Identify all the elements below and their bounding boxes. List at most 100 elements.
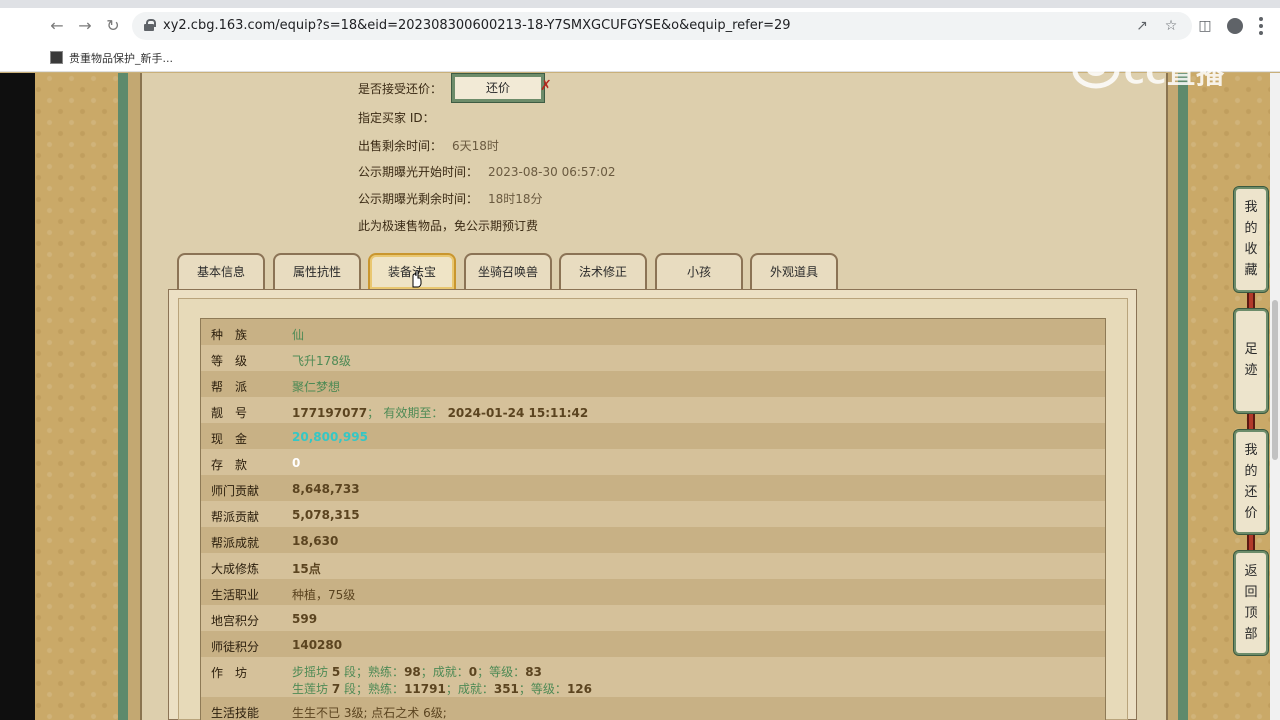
workshop-name: 步摇坊 [292, 665, 329, 679]
life-job-label: 生活职业 [211, 588, 260, 602]
tab-attributes[interactable]: 属性抗性 [273, 253, 361, 289]
table-row: 靓 号 177197077； 有效期至： 2024-01-24 15:11:42 [201, 397, 1105, 423]
life-skill-label: 生活技能 [211, 706, 260, 720]
remaining-time: 出售剩余时间： 6天18时 [358, 137, 499, 154]
tab-child[interactable]: 小孩 [655, 253, 743, 289]
side-panel-icon[interactable]: ◫ [1197, 18, 1213, 34]
guild-achieve-value: 18,630 [292, 534, 339, 548]
workshop-achieve: 351 [493, 682, 519, 696]
guild-contrib-value: 5,078,315 [292, 508, 360, 522]
table-row: 生活技能 生生不已 3级; 点石之术 6级; [201, 697, 1105, 720]
menu-dots-icon[interactable] [1259, 17, 1263, 35]
accept-counter-label: 是否接受还价： [358, 82, 443, 96]
info-table: 种 族 仙 等 级 飞升178级 帮 派 聚仁梦想 靓 号 177197077；… [200, 318, 1106, 720]
exposure-start-label: 公示期曝光开始时间： [358, 165, 479, 179]
back-to-top-label: 返回顶部 [1244, 564, 1258, 642]
scroll-link-ornament [1247, 414, 1255, 429]
my-favorites-button[interactable]: 我的收藏 [1233, 186, 1269, 293]
workshop-achieve-label: 成就： [457, 682, 494, 696]
deposit-value: 0 [292, 456, 301, 470]
bookmark-favicon-icon [50, 51, 63, 64]
watermark: CC直播 [1072, 50, 1242, 90]
table-row: 帮 派 聚仁梦想 [201, 371, 1105, 397]
workshop-separator: ； [477, 665, 490, 679]
table-row: 师门贡献 8,648,733 [201, 475, 1105, 501]
profile-avatar[interactable] [1227, 18, 1243, 34]
life-job-value: 种植，75级 [292, 588, 356, 602]
footprint-label: 足迹 [1244, 342, 1258, 378]
palace-points-label: 地宫积分 [211, 614, 260, 628]
my-counter-offers-button[interactable]: 我的还价 [1233, 429, 1269, 535]
workshop-stage: 7 [331, 682, 341, 696]
tab-strip [0, 0, 1280, 8]
mentor-points-label: 师徒积分 [211, 640, 260, 654]
school-contrib-value: 8,648,733 [292, 482, 360, 496]
workshop-label: 作 坊 [211, 666, 248, 680]
address-bar[interactable]: xy2.cbg.163.com/equip?s=18&eid=202308300… [132, 12, 1192, 40]
guild-value: 聚仁梦想 [292, 380, 341, 394]
tab-spell-correction[interactable]: 法术修正 [559, 253, 647, 289]
my-favorites-label: 我的收藏 [1244, 200, 1258, 278]
workshop-stage-unit: 段； [344, 682, 369, 696]
workshop-skill: 98 [404, 665, 421, 679]
race-value: 仙 [292, 328, 305, 342]
workshop-name: 生莲坊 [292, 682, 329, 696]
workshop-line-2: 生莲坊 7 段；熟练：11791；成就：351；等级：126 [292, 680, 592, 697]
tab-appearance[interactable]: 外观道具 [750, 253, 838, 289]
workshop-grade: 126 [566, 682, 592, 696]
workshop-stage: 5 [331, 665, 341, 679]
table-row: 帮派贡献 5,078,315 [201, 501, 1105, 527]
back-to-top-button[interactable]: 返回顶部 [1233, 550, 1269, 656]
workshop-grade: 83 [525, 665, 542, 679]
hand-cursor-icon [412, 270, 422, 288]
guild-contrib-label: 帮派贡献 [211, 510, 260, 524]
guild-achieve-label: 帮派成就 [211, 536, 260, 550]
cultivation-label: 大成修炼 [211, 562, 260, 576]
level-value: 飞升178级 [292, 354, 351, 368]
workshop-skill: 11791 [404, 682, 446, 696]
tab-mounts-pets[interactable]: 坐骑召唤兽 [464, 253, 552, 289]
counter-offer-button[interactable]: 还价 [451, 73, 545, 103]
scroll-link-ornament [1247, 293, 1255, 308]
table-row: 等 级 飞升178级 [201, 345, 1105, 371]
exposure-left-label: 公示期曝光剩余时间： [358, 192, 479, 206]
bookmark-item[interactable]: 贵重物品保护_新手... [69, 50, 173, 66]
workshop-skill-label: 熟练： [368, 665, 405, 679]
tab-basic-info[interactable]: 基本信息 [177, 253, 265, 289]
scrollbar-thumb[interactable] [1272, 300, 1278, 460]
id-separator: ； [367, 406, 380, 420]
workshop-grade-label: 等级： [489, 665, 526, 679]
table-row: 大成修炼 15点 [201, 553, 1105, 579]
table-row: 存 款 0 [201, 449, 1105, 475]
school-contrib-label: 师门贡献 [211, 484, 260, 498]
reload-icon[interactable]: ↻ [104, 17, 122, 35]
life-skill-value: 生生不已 3级; 点石之术 6级; [292, 706, 447, 720]
browser-toolbar: ← → ↻ xy2.cbg.163.com/equip?s=18&eid=202… [0, 8, 1280, 44]
url-text[interactable]: xy2.cbg.163.com/equip?s=18&eid=202308300… [163, 18, 791, 33]
back-arrow-icon[interactable]: ← [48, 17, 66, 35]
workshop-skill-label: 熟练： [368, 682, 405, 696]
cultivation-value: 15点 [292, 562, 321, 576]
workshop-achieve: 0 [468, 665, 478, 679]
bookmark-star-icon[interactable]: ☆ [1163, 18, 1179, 34]
workshop-stage-unit: 段； [344, 665, 369, 679]
share-icon[interactable]: ↗ [1134, 18, 1150, 34]
forward-arrow-icon[interactable]: → [76, 17, 94, 35]
my-counter-offers-label: 我的还价 [1244, 443, 1258, 521]
workshop-separator: ； [445, 682, 458, 696]
scroll-link-ornament [1247, 535, 1255, 550]
guild-label: 帮 派 [211, 380, 248, 394]
exposure-left-value: 18时18分 [488, 192, 543, 206]
workshop-grade-label: 等级： [530, 682, 567, 696]
table-row: 地宫积分 599 [201, 605, 1105, 631]
level-label: 等 级 [211, 354, 248, 368]
exposure-start: 公示期曝光开始时间： 2023-08-30 06:57:02 [358, 163, 615, 180]
id-value: 177197077； 有效期至： 2024-01-24 15:11:42 [292, 404, 588, 421]
left-edge [0, 73, 35, 720]
close-x-icon[interactable]: ✗ [540, 78, 552, 94]
footprint-button[interactable]: 足迹 [1233, 308, 1269, 414]
table-row: 师徒积分 140280 [201, 631, 1105, 657]
mentor-points-value: 140280 [292, 638, 343, 652]
valid-until-value: 2024-01-24 15:11:42 [447, 406, 589, 420]
table-row: 生活职业 种植，75级 [201, 579, 1105, 605]
